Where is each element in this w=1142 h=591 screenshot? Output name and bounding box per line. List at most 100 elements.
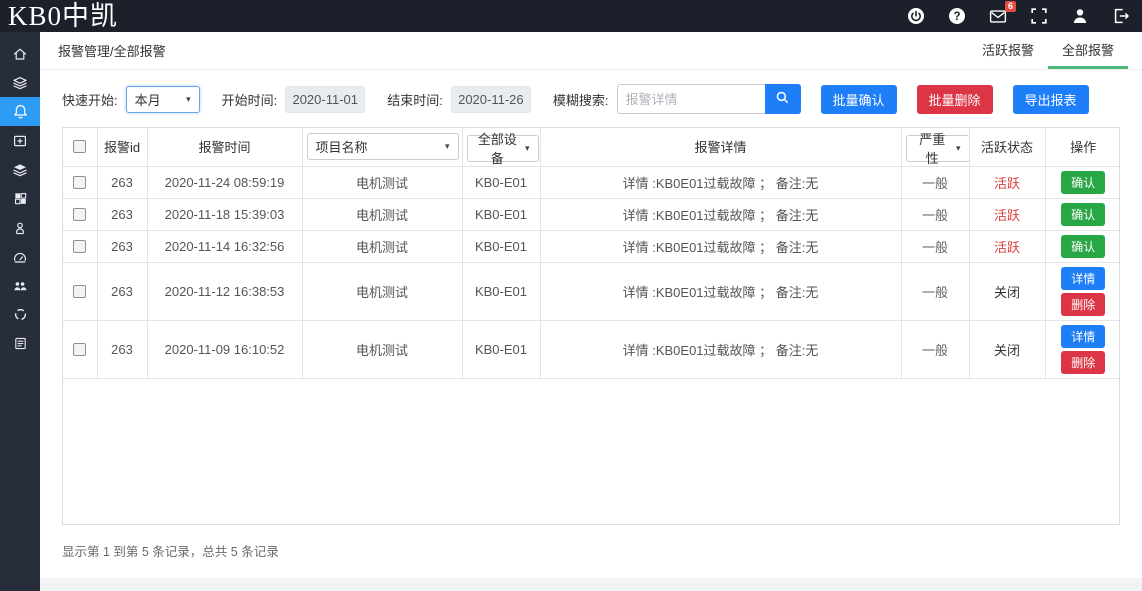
severity: 一般 xyxy=(901,166,969,198)
search-button[interactable] xyxy=(765,84,801,114)
row-checkbox[interactable] xyxy=(73,176,86,189)
alarm-id: 263 xyxy=(97,230,147,262)
notification-badge: 6 xyxy=(1005,1,1016,12)
record-summary: 显示第 1 到第 5 条记录，总共 5 条记录 xyxy=(62,541,1120,560)
gauge-icon xyxy=(12,249,28,265)
sidebar-item-ring[interactable] xyxy=(0,300,40,329)
confirm-button[interactable]: 确认 xyxy=(1061,235,1105,258)
quick-start-select[interactable]: 本月 ▾ xyxy=(126,86,200,113)
alarm-detail: 详情 :KB0E01过载故障 ； 备注:无 xyxy=(540,320,901,378)
row-checkbox[interactable] xyxy=(73,208,86,221)
table-header-row: 报警id 报警时间 项目名称 ▾ 全部设备 ▾ 报警详情 xyxy=(63,128,1120,166)
sidebar-item-doc-list[interactable] xyxy=(0,329,40,358)
alarm-detail: 详情 :KB0E01过载故障 ； 备注:无 xyxy=(540,262,901,320)
batch-confirm-button[interactable]: 批量确认 xyxy=(821,85,897,114)
row-actions: 详情删除 xyxy=(1045,262,1120,320)
confirm-button[interactable]: 确认 xyxy=(1061,203,1105,226)
sidebar-item-grid[interactable] xyxy=(0,184,40,213)
search-group xyxy=(617,84,801,114)
batch-delete-button[interactable]: 批量删除 xyxy=(917,85,993,114)
alarm-id: 263 xyxy=(97,166,147,198)
severity-filter-value: 严重性 xyxy=(915,129,950,166)
ring-icon xyxy=(13,307,28,322)
project-filter-select[interactable]: 项目名称 ▾ xyxy=(307,133,459,160)
export-report-button[interactable]: 导出报表 xyxy=(1013,85,1089,114)
sidebar xyxy=(0,32,40,591)
sidebar-item-screen-add[interactable] xyxy=(0,126,40,155)
alarm-time: 2020-11-24 08:59:19 xyxy=(147,166,302,198)
status-badge: 活跃 xyxy=(969,230,1045,262)
tab-all-alarms[interactable]: 全部报警 xyxy=(1048,32,1128,69)
status-badge: 活跃 xyxy=(969,198,1045,230)
sidebar-item-layers[interactable] xyxy=(0,68,40,97)
device-name: KB0-E01 xyxy=(462,262,540,320)
user-icon[interactable] xyxy=(1071,7,1089,25)
fullscreen-icon[interactable] xyxy=(1030,7,1048,25)
search-input[interactable] xyxy=(617,84,765,114)
chevron-down-icon: ▾ xyxy=(186,94,191,105)
delete-button[interactable]: 删除 xyxy=(1061,351,1105,374)
power-icon[interactable] xyxy=(907,7,925,25)
layers-icon xyxy=(12,75,28,91)
quick-start-label: 快速开始: xyxy=(62,90,118,109)
severity-filter-select[interactable]: 严重性 ▾ xyxy=(906,135,970,162)
screen-add-icon xyxy=(12,133,28,149)
sidebar-item-bell[interactable] xyxy=(0,97,40,126)
table-row: 2632020-11-24 08:59:19电机测试KB0-E01详情 :KB0… xyxy=(63,166,1120,198)
mail-icon[interactable]: 6 xyxy=(989,7,1007,25)
search-icon xyxy=(775,90,790,108)
alarm-id: 263 xyxy=(97,262,147,320)
row-actions: 确认 xyxy=(1045,230,1120,262)
breadcrumb: 报警管理/全部报警 xyxy=(58,41,166,60)
row-checkbox[interactable] xyxy=(73,285,86,298)
help-icon[interactable]: ? xyxy=(948,7,966,25)
col-alarm-id: 报警id xyxy=(97,128,147,166)
device-filter-select[interactable]: 全部设备 ▾ xyxy=(467,135,539,162)
alarm-time: 2020-11-18 15:39:03 xyxy=(147,198,302,230)
start-date-input[interactable]: 2020-11-01 xyxy=(285,86,365,113)
confirm-button[interactable]: 确认 xyxy=(1061,171,1105,194)
logout-icon[interactable] xyxy=(1112,7,1130,25)
sidebar-item-stack[interactable] xyxy=(0,155,40,184)
col-alarm-time: 报警时间 xyxy=(147,128,302,166)
row-actions: 确认 xyxy=(1045,166,1120,198)
device-name: KB0-E01 xyxy=(462,320,540,378)
detail-button[interactable]: 详情 xyxy=(1061,325,1105,348)
row-checkbox[interactable] xyxy=(73,343,86,356)
device-name: KB0-E01 xyxy=(462,230,540,262)
table-row: 2632020-11-14 16:32:56电机测试KB0-E01详情 :KB0… xyxy=(63,230,1120,262)
svg-text:?: ? xyxy=(953,11,960,23)
topbar: KB0中凯 ?6 xyxy=(0,0,1142,32)
project-name: 电机测试 xyxy=(302,262,462,320)
device-name: KB0-E01 xyxy=(462,198,540,230)
end-date-input[interactable]: 2020-11-26 xyxy=(451,86,531,113)
sidebar-item-team[interactable] xyxy=(0,271,40,300)
alarm-detail: 详情 :KB0E01过载故障 ； 备注:无 xyxy=(540,198,901,230)
alarm-detail: 详情 :KB0E01过载故障 ； 备注:无 xyxy=(540,166,901,198)
row-checkbox[interactable] xyxy=(73,240,86,253)
table-row: 2632020-11-18 15:39:03电机测试KB0-E01详情 :KB0… xyxy=(63,198,1120,230)
project-name: 电机测试 xyxy=(302,320,462,378)
detail-button[interactable]: 详情 xyxy=(1061,267,1105,290)
delete-button[interactable]: 删除 xyxy=(1061,293,1105,316)
grid-icon xyxy=(13,191,28,206)
tab-active-alarms[interactable]: 活跃报警 xyxy=(968,32,1048,69)
severity: 一般 xyxy=(901,320,969,378)
alarm-table: 报警id 报警时间 项目名称 ▾ 全部设备 ▾ 报警详情 xyxy=(62,127,1120,525)
col-actions: 操作 xyxy=(1045,128,1120,166)
sidebar-item-gauge[interactable] xyxy=(0,242,40,271)
chevron-down-icon: ▾ xyxy=(445,141,450,152)
table-row: 2632020-11-09 16:10:52电机测试KB0-E01详情 :KB0… xyxy=(63,320,1120,378)
quick-start-value: 本月 xyxy=(135,90,161,109)
row-actions: 详情删除 xyxy=(1045,320,1120,378)
status-badge: 关闭 xyxy=(969,262,1045,320)
select-all-checkbox[interactable] xyxy=(73,140,86,153)
sidebar-item-user-pin[interactable] xyxy=(0,213,40,242)
doc-list-icon xyxy=(13,336,28,351)
alarm-time: 2020-11-09 16:10:52 xyxy=(147,320,302,378)
alarm-id: 263 xyxy=(97,320,147,378)
sidebar-item-home[interactable] xyxy=(0,39,40,68)
severity: 一般 xyxy=(901,230,969,262)
alarm-id: 263 xyxy=(97,198,147,230)
row-actions: 确认 xyxy=(1045,198,1120,230)
